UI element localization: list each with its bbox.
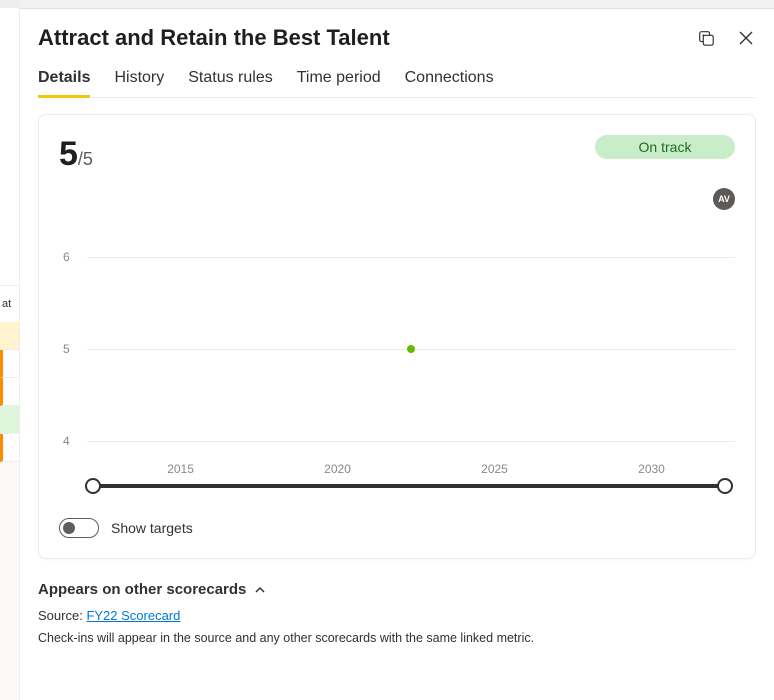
background-sidebar: at — [0, 0, 20, 700]
metric-detail-panel: Attract and Retain the Best Talent — [20, 8, 774, 700]
appears-section: Appears on other scorecards Source: FY22… — [38, 581, 756, 645]
x-tick: 2015 — [167, 462, 194, 476]
metric-value-denominator: /5 — [78, 149, 93, 169]
metric-value: 5/5 — [59, 135, 93, 174]
source-link[interactable]: FY22 Scorecard — [86, 608, 180, 623]
y-tick: 4 — [63, 434, 70, 448]
page-title: Attract and Retain the Best Talent — [38, 25, 390, 51]
show-targets-label: Show targets — [111, 520, 193, 536]
x-tick: 2020 — [324, 462, 351, 476]
appears-note: Check-ins will appear in the source and … — [38, 631, 756, 645]
status-badge: On track — [595, 135, 735, 159]
trend-chart: 6 5 4 2015 2020 2025 2030 — [67, 234, 735, 464]
appears-heading-text: Appears on other scorecards — [38, 581, 246, 598]
slider-handle-left[interactable] — [85, 478, 101, 494]
close-icon[interactable] — [736, 28, 756, 48]
time-range-slider[interactable] — [87, 476, 731, 496]
source-label: Source: — [38, 608, 83, 623]
y-tick: 5 — [63, 342, 70, 356]
x-tick: 2030 — [638, 462, 665, 476]
slider-handle-right[interactable] — [717, 478, 733, 494]
truncated-cell: at — [0, 286, 19, 322]
metric-card: 5/5 On track AV 6 5 4 2015 2020 2025 203… — [38, 114, 756, 559]
chevron-up-icon — [254, 584, 266, 596]
show-targets-toggle[interactable] — [59, 518, 99, 538]
copy-link-icon[interactable] — [696, 28, 716, 48]
tab-history[interactable]: History — [114, 69, 164, 97]
y-tick: 6 — [63, 250, 70, 264]
tab-time-period[interactable]: Time period — [297, 69, 381, 97]
tab-status-rules[interactable]: Status rules — [188, 69, 272, 97]
tab-bar: Details History Status rules Time period… — [38, 69, 756, 98]
tab-connections[interactable]: Connections — [405, 69, 494, 97]
x-tick: 2025 — [481, 462, 508, 476]
data-point[interactable] — [407, 345, 415, 353]
tab-details[interactable]: Details — [38, 69, 90, 97]
appears-header[interactable]: Appears on other scorecards — [38, 581, 756, 598]
avatar[interactable]: AV — [713, 188, 735, 210]
metric-value-numerator: 5 — [59, 135, 78, 173]
